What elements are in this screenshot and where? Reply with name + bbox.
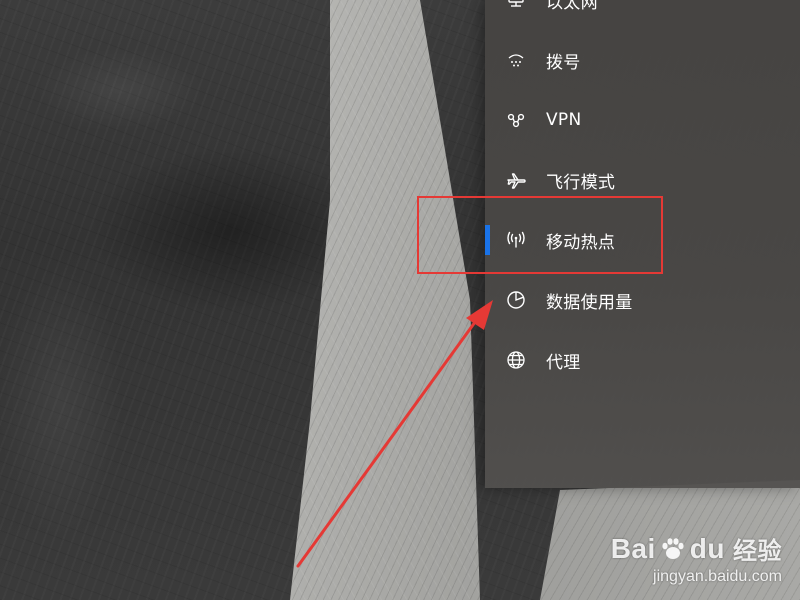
nav-item-label: VPN — [546, 110, 582, 130]
data-usage-icon — [505, 289, 527, 311]
airplane-icon — [505, 169, 527, 191]
nav-item-label: 代理 — [546, 352, 581, 373]
nav-item-label: 数据使用量 — [546, 292, 633, 313]
nav-item-label: 飞行模式 — [546, 172, 616, 193]
watermark-brand-left: Bai — [610, 532, 656, 564]
nav-item-label: 拨号 — [546, 52, 581, 73]
watermark-logo: Bai du 经验 — [611, 531, 782, 566]
nav-item-dialup[interactable]: 拨号 — [485, 30, 800, 90]
nav-item-proxy[interactable]: 代理 — [485, 330, 800, 390]
nav-item-vpn[interactable]: VPN — [485, 90, 800, 150]
vpn-icon — [505, 109, 527, 131]
baidu-jingyan-watermark: Bai du 经验 jingyan.baidu.com — [611, 531, 782, 586]
watermark-brand-cn: 经验 — [733, 537, 782, 565]
paw-icon — [658, 534, 688, 564]
ethernet-icon — [505, 0, 527, 11]
watermark-url: jingyan.baidu.com — [653, 568, 782, 585]
desktop-screen: 以太网 拨号 VPN 飞行模式 移动热点 数据使用量 代理 Bai du 经验 … — [0, 0, 800, 600]
dialup-icon — [505, 49, 527, 71]
annotation-highlight-box — [417, 196, 663, 274]
nav-item-label: 以太网 — [546, 0, 598, 13]
globe-icon — [505, 349, 527, 371]
nav-item-data-usage[interactable]: 数据使用量 — [485, 270, 800, 330]
watermark-brand-right: du — [689, 532, 725, 564]
nav-item-ethernet[interactable]: 以太网 — [485, 0, 800, 30]
